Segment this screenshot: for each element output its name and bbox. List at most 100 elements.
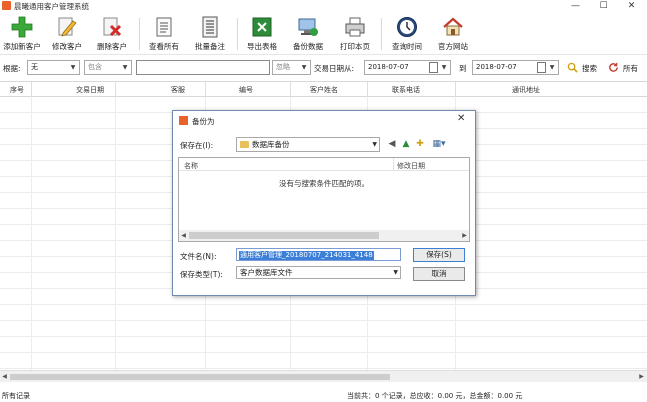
toolbar-label: 删除客户 [97,42,127,51]
toolbar-label: 导出表格 [247,42,277,51]
toolbar-label: 官方网站 [438,42,468,51]
delete-customer-button[interactable]: 删除客户 [93,15,131,55]
scroll-left-icon[interactable]: ◀ [179,230,188,241]
filter-mode-select[interactable]: 忽略 ▼ [272,60,311,75]
chevron-down-icon: ▼ [393,269,398,276]
view-all-icon [156,17,172,37]
filetype-value: 客户数据库文件 [240,268,293,277]
app-title: 晨曦通用客户管理系统 [14,2,89,11]
date-to-label: 到 [459,64,467,73]
toolbar-label: 修改客户 [52,42,82,51]
home-icon [443,17,463,36]
toolbar-divider [237,18,238,50]
save-in-value: 数据库备份 [252,140,290,149]
file-column-name[interactable]: 名称 [184,161,198,171]
show-all-button[interactable]: 所有 [608,60,646,75]
print-icon [345,17,365,37]
cancel-button[interactable]: 取消 [413,267,465,281]
horizontal-scrollbar[interactable]: ◀ ▶ [0,370,647,382]
filter-by-label: 根据: [3,64,21,73]
empty-message: 没有与搜索条件匹配的项。 [279,179,369,188]
calendar-icon [537,62,546,73]
file-list-header: 名称 修改日期 [179,158,469,171]
search-button[interactable]: 搜索 [567,60,603,75]
grid-header: 序号 交易日期 客服 编号 客户姓名 联系电话 通讯地址 [0,81,647,97]
chevron-down-icon: ▼ [549,64,555,71]
refresh-icon [609,62,618,72]
clock-icon [397,17,417,37]
delete-icon [103,17,122,37]
search-label: 搜索 [582,64,597,73]
back-icon[interactable]: ◀ [387,139,397,149]
status-bar: 所有记录 当前共：0 个记录，总应收：0.00 元，总金额：0.00 元 [0,389,647,402]
filter-match-select[interactable]: 包含 ▼ [84,60,132,75]
print-page-button[interactable]: 打印本页 [335,15,375,55]
add-customer-button[interactable]: 添加新客户 [0,15,44,55]
note-icon [202,16,218,38]
query-time-button[interactable]: 查询时间 [387,15,427,55]
chevron-down-icon: ▼ [441,64,447,71]
file-column-modified[interactable]: 修改日期 [397,161,425,171]
filetype-label: 保存类型(T): [180,270,223,279]
toolbar-label: 打印本页 [340,42,370,51]
scrollbar-thumb[interactable] [189,232,379,239]
date-to-picker[interactable]: 2018-07-07 ▼ [472,60,559,75]
column-header[interactable]: 联系电话 [392,85,420,95]
backup-icon [298,18,318,36]
main-toolbar: 添加新客户 修改客户 删除客户 查看所有 批量备注 导出表格 备份数据 打印本页… [0,13,647,55]
official-site-button[interactable]: 官方网站 [433,15,473,55]
filter-match-value: 包含 [88,63,102,71]
search-icon [567,62,578,73]
dialog-title: 备份为 [192,117,215,126]
column-header[interactable]: 交易日期 [76,85,104,95]
filename-value: 通用客户管理_20180707_214031_4148 [239,251,374,260]
dialog-close-button[interactable]: ✕ [457,114,465,124]
view-menu-icon[interactable]: ▦▾ [430,139,448,149]
column-header[interactable]: 序号 [10,85,24,95]
batch-note-button[interactable]: 批量备注 [191,15,229,55]
column-header[interactable]: 客户姓名 [310,85,338,95]
backup-dialog: 备份为 ✕ 保存在(I): 数据库备份 ▼ ◀ ▲ ✚ ▦▾ 名称 修改日期 没… [172,110,476,296]
filter-bar: 根据: 无 ▼ 包含 ▼ 忽略 ▼ 交易日期从: 2018-07-07 ▼ 到 … [0,57,647,79]
new-folder-icon[interactable]: ✚ [415,139,425,149]
toolbar-label: 添加新客户 [3,42,41,51]
app-logo-icon [2,1,11,10]
up-folder-icon[interactable]: ▲ [401,139,411,149]
filetype-select[interactable]: 客户数据库文件 ▼ [236,266,401,279]
date-from-picker[interactable]: 2018-07-07 ▼ [364,60,451,75]
calendar-icon [429,62,438,73]
chevron-down-icon: ▼ [70,64,76,71]
title-bar: 晨曦通用客户管理系统 — ☐ ✕ [0,0,647,13]
filter-search-input[interactable] [136,60,270,75]
scroll-left-icon[interactable]: ◀ [0,372,9,382]
column-divider [393,158,394,171]
dialog-title-bar: 备份为 ✕ [173,111,475,130]
filename-input[interactable]: 通用客户管理_20180707_214031_4148 [236,248,401,261]
column-divider [290,82,291,97]
toolbar-divider [381,18,382,50]
backup-data-button[interactable]: 备份数据 [288,15,328,55]
chevron-down-icon: ▼ [372,141,377,148]
column-header[interactable]: 客服 [171,85,185,95]
folder-icon [240,141,249,148]
export-table-button[interactable]: 导出表格 [243,15,281,55]
minimize-button[interactable]: — [562,0,589,13]
save-in-select[interactable]: 数据库备份 ▼ [236,137,380,152]
dialog-app-icon [179,116,188,125]
save-in-label: 保存在(I): [180,141,214,150]
save-button[interactable]: 保存(S) [413,248,465,262]
close-button[interactable]: ✕ [618,0,645,13]
filter-field-select[interactable]: 无 ▼ [27,60,80,75]
scrollbar-thumb[interactable] [10,374,390,380]
file-list-scrollbar[interactable]: ◀ ▶ [179,230,469,241]
column-header[interactable]: 通讯地址 [512,85,540,95]
filter-field-value: 无 [31,63,38,71]
scroll-right-icon[interactable]: ▶ [637,372,646,382]
maximize-button[interactable]: ☐ [590,0,617,13]
column-header[interactable]: 编号 [239,85,253,95]
edit-customer-button[interactable]: 修改客户 [48,15,86,55]
file-list[interactable]: 名称 修改日期 没有与搜索条件匹配的项。 ◀ ▶ [178,157,470,242]
scroll-right-icon[interactable]: ▶ [460,230,469,241]
chevron-down-icon: ▼ [301,64,307,71]
view-all-button[interactable]: 查看所有 [145,15,183,55]
